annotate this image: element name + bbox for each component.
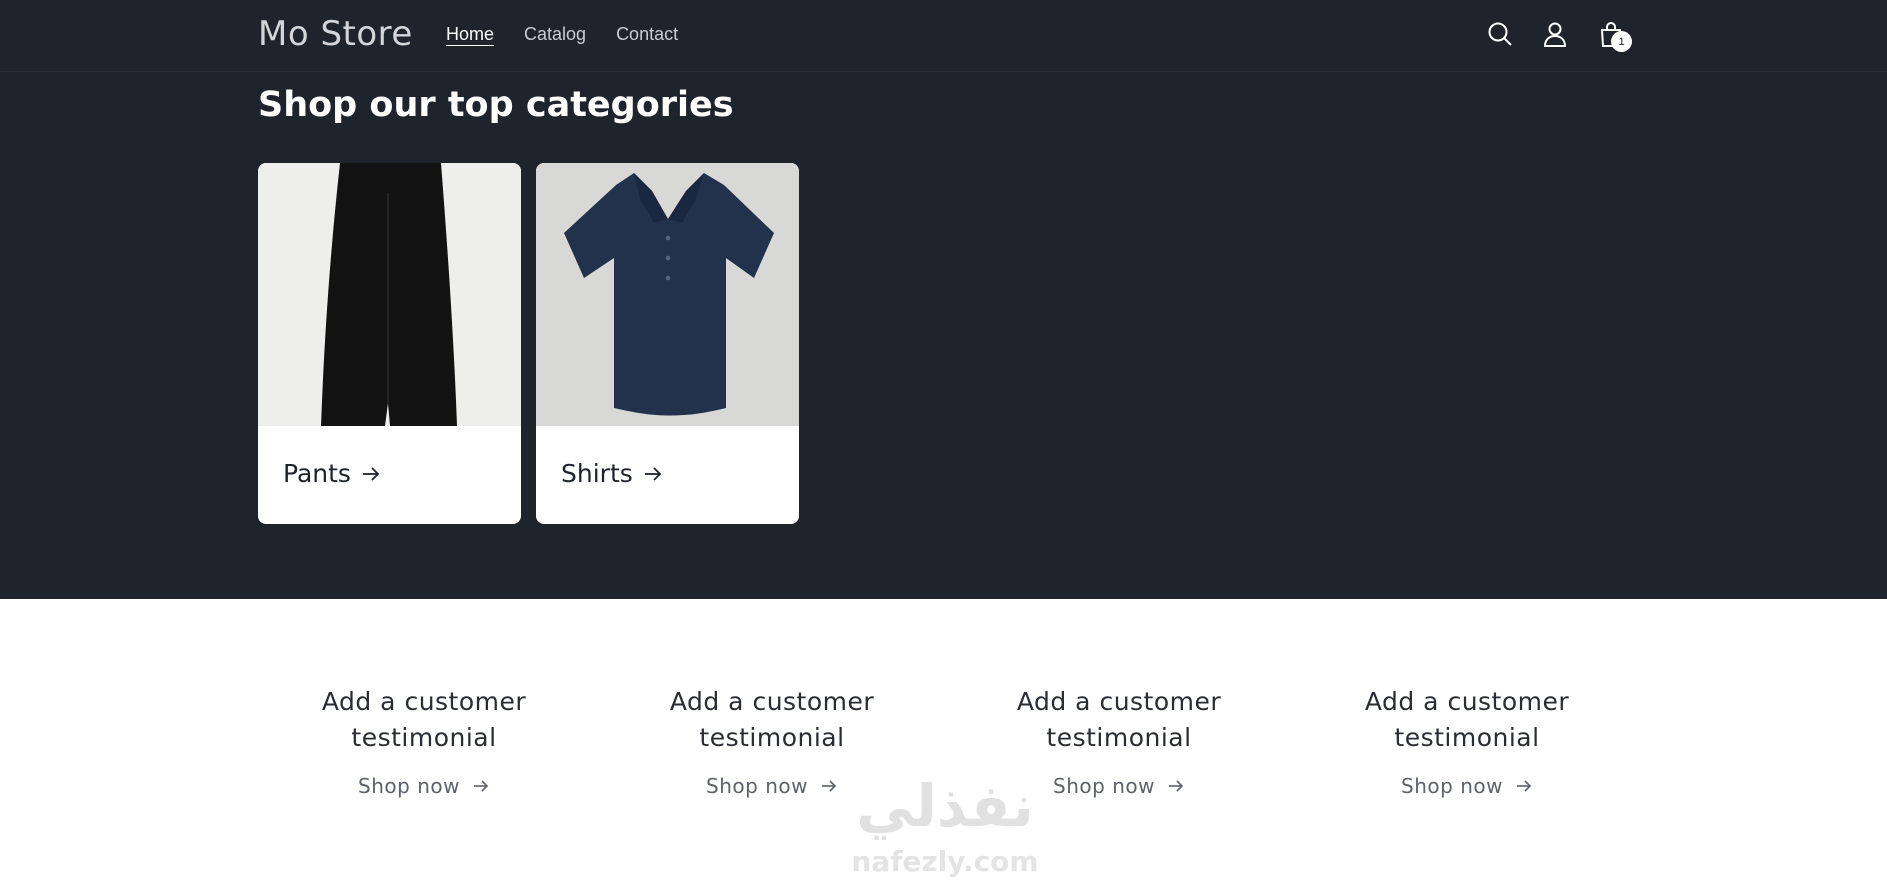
testimonial-title: Add a customer testimonial xyxy=(1364,687,1570,752)
shirts-image xyxy=(536,163,799,426)
store-logo[interactable]: Mo Store xyxy=(258,14,413,54)
shop-now-link[interactable]: Shop now xyxy=(1053,774,1185,798)
shop-now-link[interactable]: Shop now xyxy=(1401,774,1533,798)
testimonial-title: Add a customer testimonial xyxy=(669,687,875,752)
main-nav: Home Catalog Contact xyxy=(446,24,678,45)
arrow-right-icon xyxy=(362,466,380,481)
testimonial-card: Add a customer testimonial Shop now xyxy=(264,684,584,798)
site-header: Mo Store Home Catalog Contact 1 xyxy=(0,0,1887,72)
svg-text:nafezly.com: nafezly.com xyxy=(851,845,1038,878)
svg-text:نفذلي: نفذلي xyxy=(856,772,1033,840)
nav-contact[interactable]: Contact xyxy=(616,24,678,45)
testimonial-card: Add a customer testimonial Shop now xyxy=(1307,684,1627,798)
shop-now-link[interactable]: Shop now xyxy=(358,774,490,798)
pants-image xyxy=(258,163,521,426)
arrow-right-icon xyxy=(473,780,489,792)
category-card-shirts[interactable]: Shirts xyxy=(536,163,799,524)
watermark-logo: نفذلي nafezly.com xyxy=(851,772,1038,878)
nav-home[interactable]: Home xyxy=(446,24,494,45)
testimonial-title: Add a customer testimonial xyxy=(321,687,527,752)
arrow-right-icon xyxy=(1516,780,1532,792)
shop-now-link[interactable]: Shop now xyxy=(706,774,838,798)
arrow-right-icon xyxy=(821,780,837,792)
category-label: Shirts xyxy=(561,459,663,488)
arrow-right-icon xyxy=(644,466,662,481)
testimonial-title: Add a customer testimonial xyxy=(1016,687,1222,752)
arrow-right-icon xyxy=(1168,780,1184,792)
cart-count-badge: 1 xyxy=(1611,31,1632,52)
section-title: Shop our top categories xyxy=(258,85,734,125)
search-icon[interactable] xyxy=(1483,17,1517,51)
account-icon[interactable] xyxy=(1538,17,1572,51)
category-card-pants[interactable]: Pants xyxy=(258,163,521,524)
nav-catalog[interactable]: Catalog xyxy=(524,24,586,45)
category-label: Pants xyxy=(283,459,381,488)
